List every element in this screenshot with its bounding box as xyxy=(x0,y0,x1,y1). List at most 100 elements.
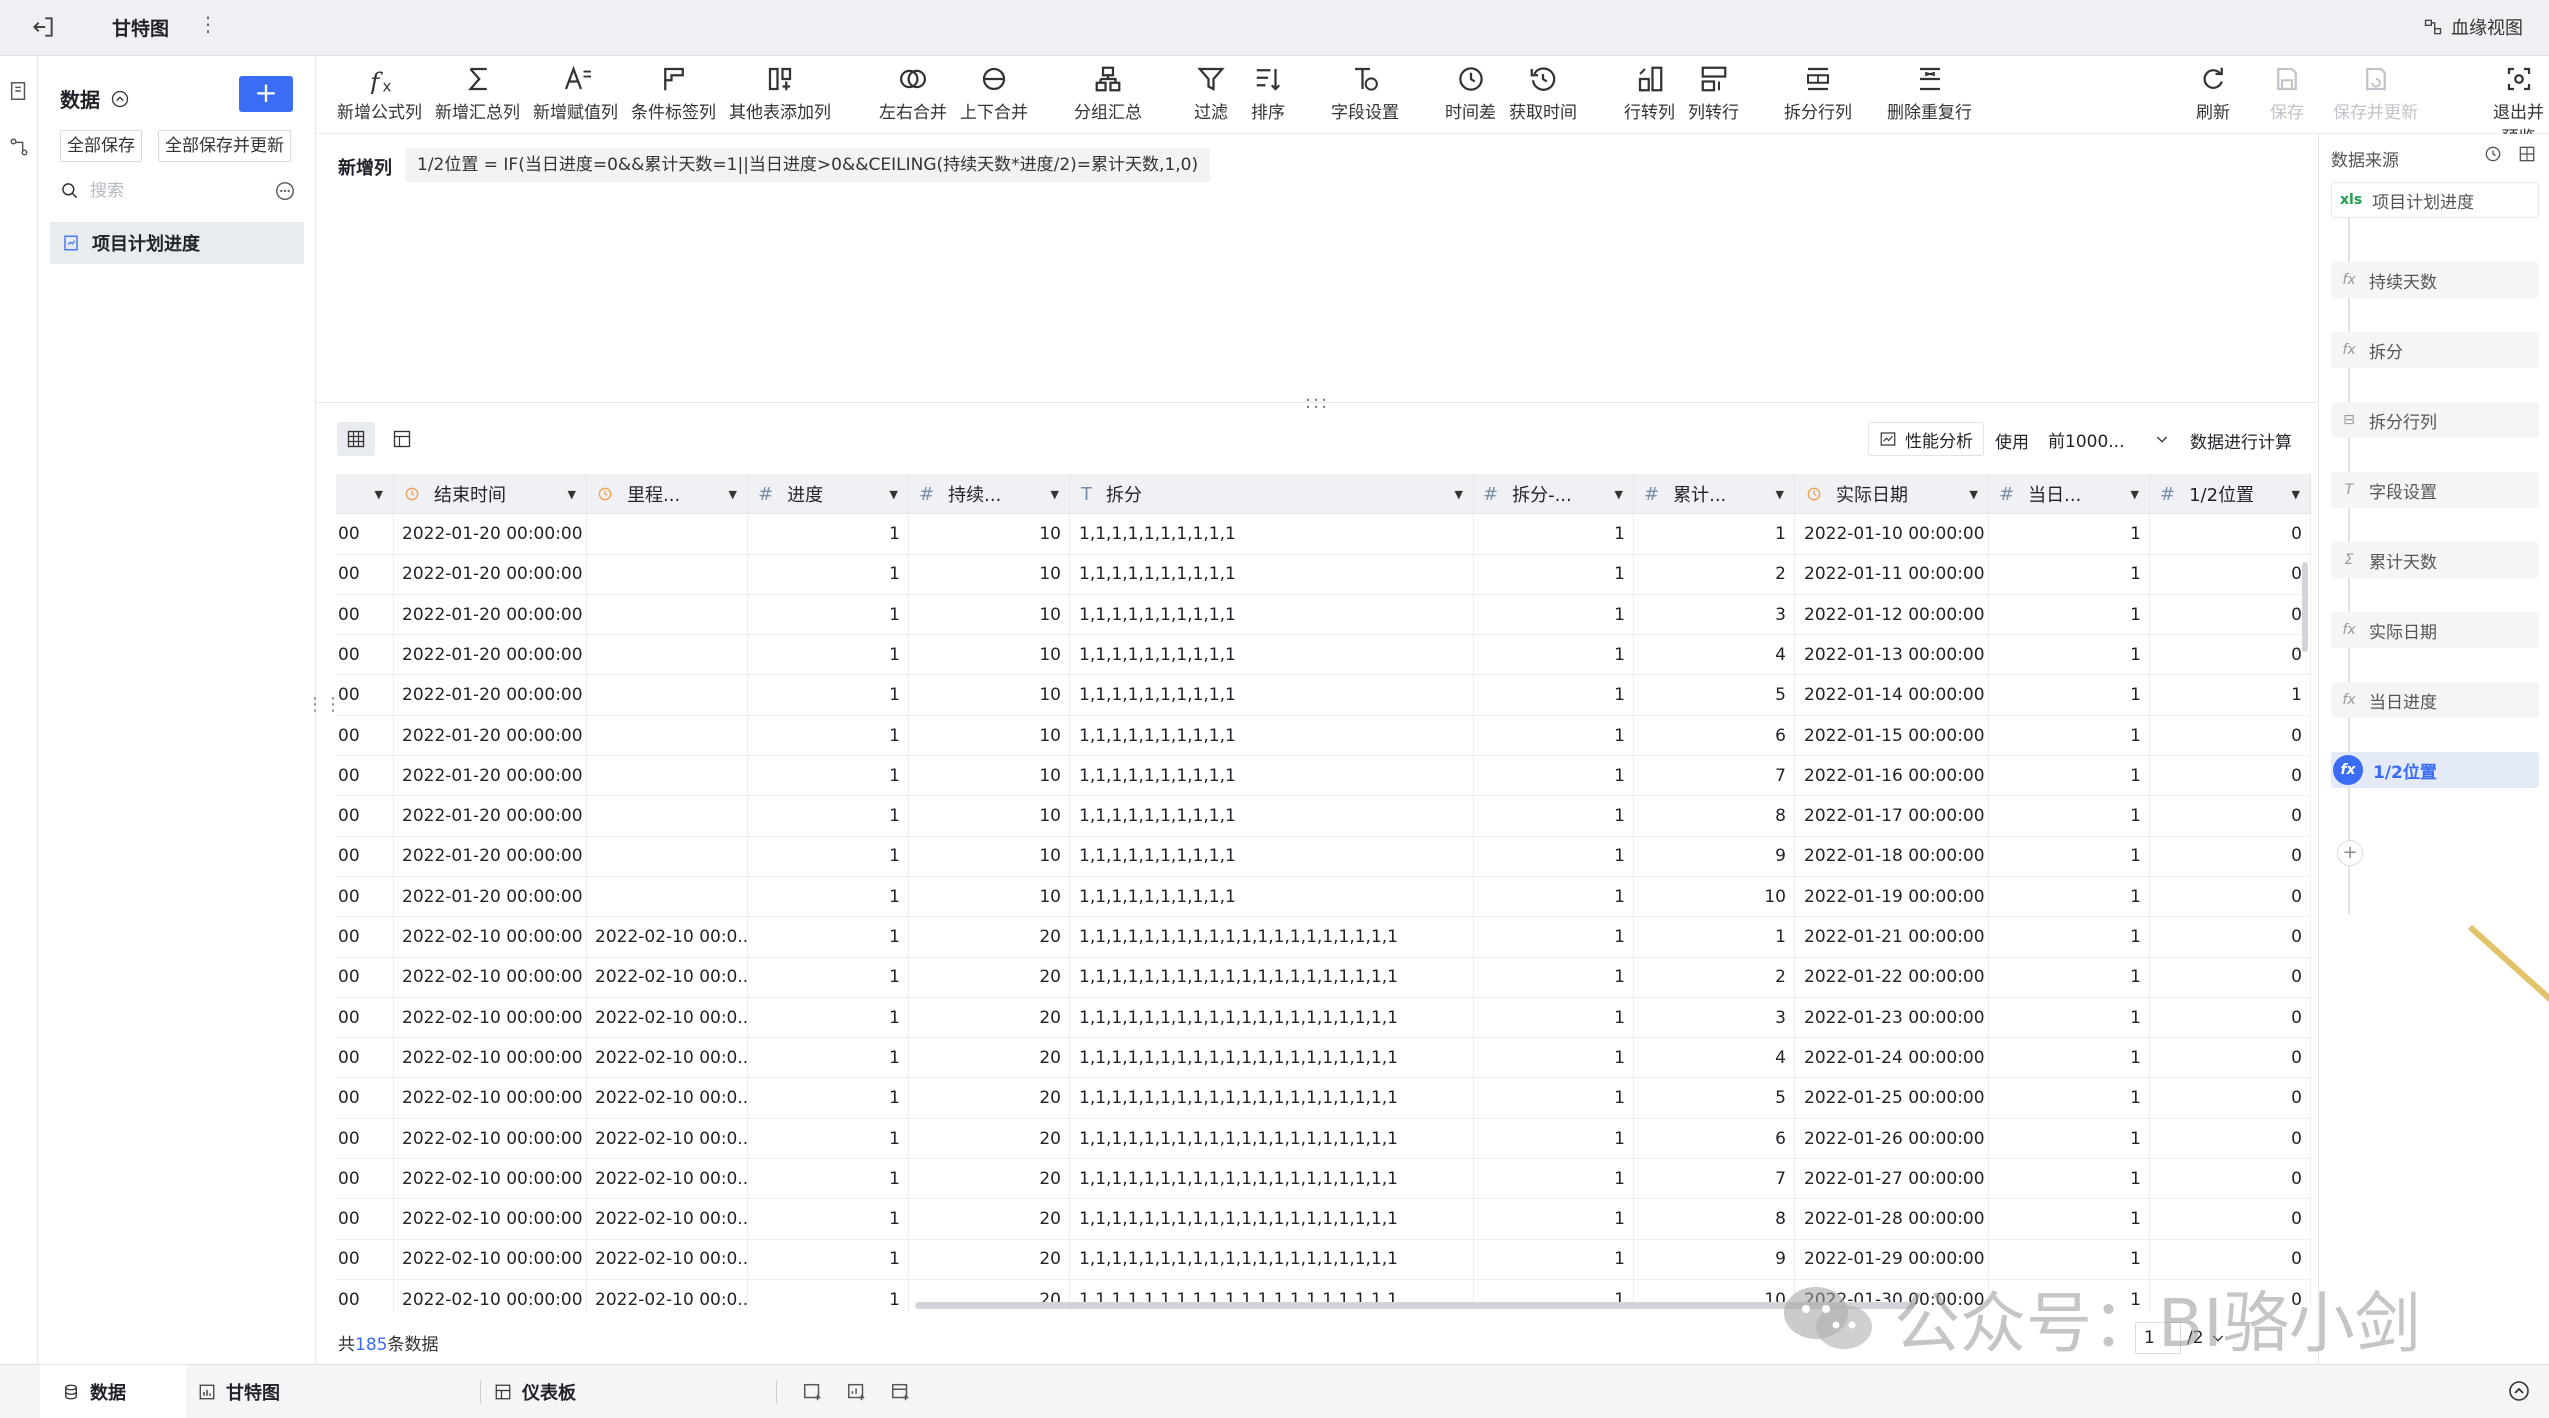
flow-nav-icon[interactable] xyxy=(8,136,30,158)
toolbar-tag-button[interactable]: 条件标签列 xyxy=(631,64,716,123)
table-row[interactable]: 00 2022-01-20 00:00:00 1 10 1,1,1,1,1,1,1,1,… xyxy=(336,594,2311,636)
data-item-project-plan[interactable]: 项目计划进度 xyxy=(50,222,304,264)
save-all-update-button[interactable]: 全部保存并更新 xyxy=(158,130,291,162)
more-options-icon[interactable] xyxy=(274,180,296,202)
data-nav-icon[interactable] xyxy=(8,80,30,102)
add-sheet-icon[interactable] xyxy=(802,1381,824,1403)
caret-down-icon[interactable]: ▼ xyxy=(1455,488,1463,501)
toolbar-add-col-button[interactable]: 其他表添加列 xyxy=(729,64,831,123)
toolbar-split-button[interactable]: 拆分行列 xyxy=(1784,64,1852,123)
caret-down-icon[interactable]: ▼ xyxy=(1615,488,1623,501)
column-header[interactable]: T 拆分 ▼ xyxy=(1071,474,1474,514)
lineage-view-button[interactable]: 血缘视图 xyxy=(2423,14,2523,40)
toolbar-merge-ud-button[interactable]: 上下合并 xyxy=(960,64,1028,123)
column-header[interactable]: 里程... ▼ xyxy=(587,474,748,514)
column-header[interactable]: # 拆分-... ▼ xyxy=(1473,474,1634,514)
flow-step-node[interactable]: T 字段设置 xyxy=(2331,472,2539,508)
flow-step-node[interactable]: fx 持续天数 xyxy=(2331,262,2539,298)
add-chart-icon[interactable] xyxy=(846,1381,868,1403)
toolbar-field-button[interactable]: 字段设置 xyxy=(1331,64,1399,123)
layout-view-button[interactable] xyxy=(383,422,421,456)
caret-down-icon[interactable]: ▼ xyxy=(890,488,898,501)
toolbar-assign-button[interactable]: 新增赋值列 xyxy=(533,64,618,123)
table-row[interactable]: 00 2022-01-20 00:00:00 1 10 1,1,1,1,1,1,1,1,… xyxy=(336,514,2311,555)
toolbar-dedupe-button[interactable]: 删除重复行 xyxy=(1887,64,1972,123)
caret-down-icon[interactable]: ▼ xyxy=(375,488,383,501)
vertical-scrollbar[interactable] xyxy=(2302,562,2308,652)
table-row[interactable]: 00 2022-02-10 00:00:00 2022-02-10 00:0... 1… xyxy=(336,1118,2311,1159)
collapse-up-icon[interactable] xyxy=(110,89,130,109)
table-row[interactable]: 00 2022-01-20 00:00:00 1 10 1,1,1,1,1,1,1,1,… xyxy=(336,634,2311,676)
toolbar-get-time-button[interactable]: 获取时间 xyxy=(1509,64,1577,123)
caret-down-icon[interactable]: ▼ xyxy=(1051,488,1059,501)
toolbar-sort-button[interactable]: 排序 xyxy=(1251,64,1285,123)
column-header[interactable]: # 持续... ▼ xyxy=(909,474,1070,514)
caret-down-icon[interactable]: ▼ xyxy=(2131,488,2139,501)
column-header[interactable]: # 累计... ▼ xyxy=(1634,474,1795,514)
column-header[interactable]: 实际日期 ▼ xyxy=(1796,474,1989,514)
table-cell: 1 xyxy=(1989,917,2150,957)
column-header[interactable]: # 当日... ▼ xyxy=(1989,474,2150,514)
chevron-up-circle-icon[interactable] xyxy=(2507,1379,2531,1403)
toolbar-col-row-button[interactable]: 列转行 xyxy=(1688,64,1739,123)
toolbar-save-button[interactable]: 保存 xyxy=(2270,64,2304,123)
tab-dashboard[interactable]: 仪表板 xyxy=(472,1365,598,1418)
column-header[interactable]: ▼ xyxy=(336,474,394,514)
add-dashboard-icon[interactable] xyxy=(890,1381,912,1403)
column-header[interactable]: # 进度 ▼ xyxy=(748,474,909,514)
table-row[interactable]: 00 2022-02-10 00:00:00 2022-02-10 00:0... 1… xyxy=(336,997,2311,1039)
caret-down-icon[interactable]: ▼ xyxy=(729,488,737,501)
table-row[interactable]: 00 2022-02-10 00:00:00 2022-02-10 00:0... 1… xyxy=(336,957,2311,998)
table-row[interactable]: 00 2022-02-10 00:00:00 2022-02-10 00:0... 1… xyxy=(336,917,2311,958)
formula-expression[interactable]: 1/2位置 = IF(当日进度=0&&累计天数=1||当日进度>0&&CEILI… xyxy=(405,148,1211,182)
horizontal-scrollbar[interactable] xyxy=(915,1302,1915,1309)
table-row[interactable]: 00 2022-01-20 00:00:00 1 10 1,1,1,1,1,1,1,1,… xyxy=(336,796,2311,837)
expand-icon[interactable] xyxy=(2517,144,2537,164)
table-row[interactable]: 00 2022-02-10 00:00:00 2022-02-10 00:0... 1… xyxy=(336,1078,2311,1119)
table-row[interactable]: 00 2022-01-20 00:00:00 1 10 1,1,1,1,1,1,1,1,… xyxy=(336,836,2311,877)
toolbar-sigma-button[interactable]: 新增汇总列 xyxy=(435,64,520,123)
table-row[interactable]: 00 2022-01-20 00:00:00 1 10 1,1,1,1,1,1,1,1,… xyxy=(336,715,2311,756)
more-icon[interactable]: ⋮ xyxy=(198,12,218,36)
table-row[interactable]: 00 2022-01-20 00:00:00 1 10 1,1,1,1,1,1,1,1,… xyxy=(336,554,2311,595)
column-header[interactable]: 结束时间 ▼ xyxy=(394,474,587,514)
source-node[interactable]: xls 项目计划进度 xyxy=(2331,182,2539,218)
caret-down-icon[interactable]: ▼ xyxy=(1970,488,1978,501)
table-row[interactable]: 00 2022-01-20 00:00:00 1 10 1,1,1,1,1,1,1,1,… xyxy=(336,755,2311,797)
grid-view-button[interactable] xyxy=(337,422,375,456)
tab-data[interactable]: 数据 xyxy=(40,1365,186,1418)
toolbar-row-col-button[interactable]: 行转列 xyxy=(1624,64,1675,123)
toolbar-filter-button[interactable]: 过滤 xyxy=(1194,64,1228,123)
table-row[interactable]: 00 2022-01-20 00:00:00 1 10 1,1,1,1,1,1,1,1,… xyxy=(336,675,2311,716)
table-row[interactable]: 00 2022-02-10 00:00:00 2022-02-10 00:0... 1… xyxy=(336,1037,2311,1079)
sample-size-select[interactable]: 前1000... xyxy=(2040,422,2180,456)
toolbar-group-button[interactable]: 分组汇总 xyxy=(1074,64,1142,123)
search-input[interactable] xyxy=(90,181,250,201)
flow-step-node[interactable]: fx 拆分 xyxy=(2331,332,2539,368)
toolbar-fx-button[interactable]: f x 新增公式列 xyxy=(337,64,422,123)
toolbar-refresh-button[interactable]: 刷新 xyxy=(2196,64,2230,123)
history-icon[interactable] xyxy=(2483,144,2503,164)
toolbar-merge-lr-button[interactable]: 左右合并 xyxy=(879,64,947,123)
table-row[interactable]: 00 2022-01-20 00:00:00 1 10 1,1,1,1,1,1,1,1,… xyxy=(336,876,2311,918)
table-row[interactable]: 00 2022-02-10 00:00:00 2022-02-10 00:0... 1… xyxy=(336,1199,2311,1240)
save-all-button[interactable]: 全部保存 xyxy=(60,130,142,162)
flow-step-node[interactable]: ⊟ 拆分行列 xyxy=(2331,402,2539,438)
tab-gantt[interactable]: 甘特图 xyxy=(176,1365,302,1418)
table-row[interactable]: 00 2022-02-10 00:00:00 2022-02-10 00:0... 1… xyxy=(336,1158,2311,1200)
caret-down-icon[interactable]: ▼ xyxy=(2292,488,2300,501)
flow-step-node[interactable]: fx 实际日期 xyxy=(2331,612,2539,648)
back-icon[interactable] xyxy=(30,14,56,40)
flow-step-node[interactable]: Σ 累计天数 xyxy=(2331,542,2539,578)
performance-analysis-button[interactable]: 性能分析 xyxy=(1868,422,1984,456)
caret-down-icon[interactable]: ▼ xyxy=(1776,488,1784,501)
column-header[interactable]: #1/2位置 ▼ xyxy=(2150,474,2311,514)
flow-step-node[interactable]: fx 1/2位置 xyxy=(2331,752,2539,788)
caret-down-icon[interactable]: ▼ xyxy=(568,488,576,501)
toolbar-clock-button[interactable]: 时间差 xyxy=(1445,64,1496,123)
toolbar-save-update-button[interactable]: 保存并更新 xyxy=(2333,64,2418,123)
flow-step-node[interactable]: fx 当日进度 xyxy=(2331,682,2539,718)
add-step-button[interactable]: + xyxy=(2337,840,2363,866)
drag-handle-icon[interactable]: ::: xyxy=(1305,392,1329,413)
add-data-button[interactable]: + xyxy=(239,76,293,112)
